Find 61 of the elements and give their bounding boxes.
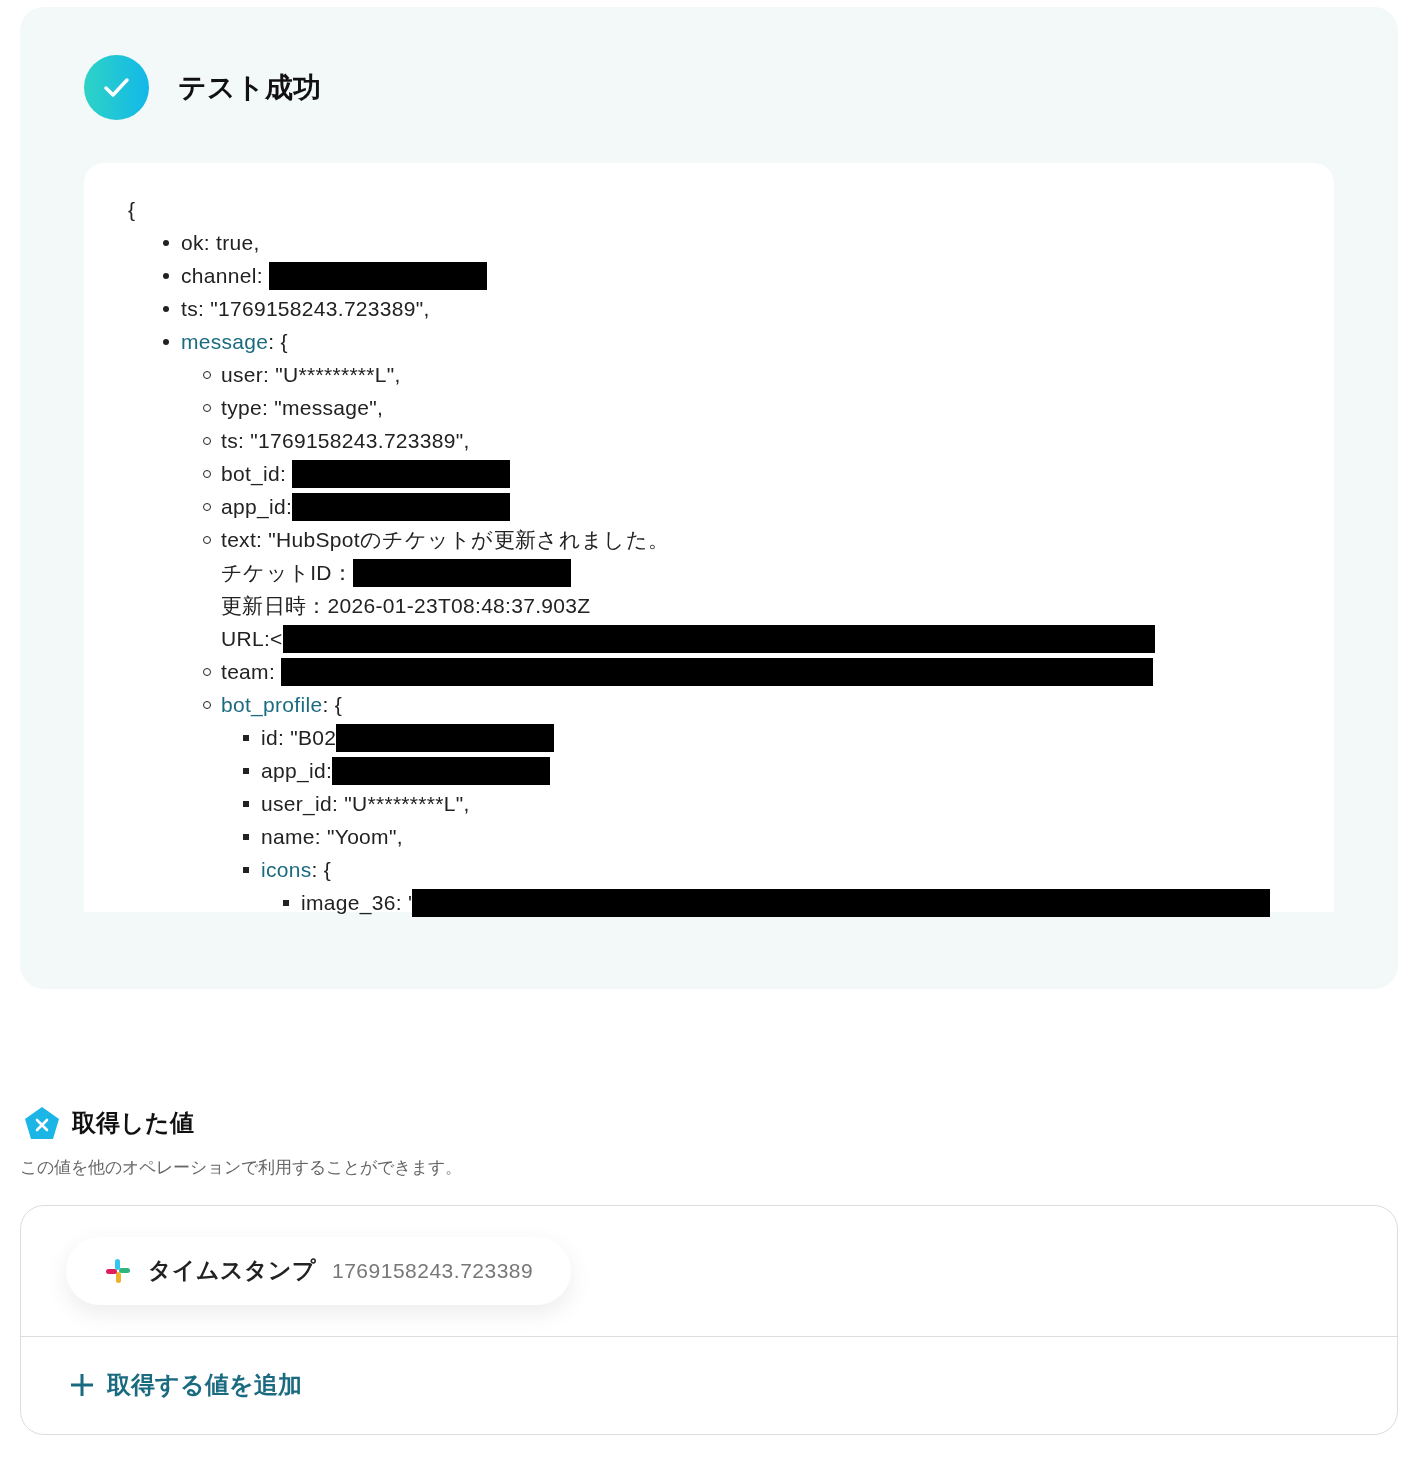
variable-icon <box>24 1106 60 1140</box>
section-title: 取得した値 <box>72 1108 194 1138</box>
field-key[interactable]: icons <box>261 853 312 886</box>
section-description: この値を他のオペレーションで利用することができます。 <box>20 1157 463 1179</box>
field-value: : "Yoom", <box>314 823 403 850</box>
field-value: : <box>325 757 332 784</box>
bullet-icon <box>163 239 169 246</box>
field-key: name <box>261 820 315 853</box>
field-value: : "message", <box>261 394 384 421</box>
bullet-icon <box>243 866 249 873</box>
field-key: channel <box>181 259 257 292</box>
field-value: : <box>256 262 264 289</box>
field-value: : <box>285 493 292 520</box>
field-value: : ' <box>395 889 413 916</box>
field-value: チケットID： <box>221 559 354 586</box>
field-key: app_id <box>221 490 286 523</box>
field-value: : { <box>311 856 332 883</box>
field-value: : "U*********L", <box>332 790 470 817</box>
check-icon <box>84 55 149 120</box>
app-logo-icon <box>104 1256 132 1285</box>
field-key: id <box>261 721 278 754</box>
field-value: : "1769158243.723389", <box>197 295 430 322</box>
field-key: app_id <box>261 754 326 787</box>
field-value: : "U*********L", <box>263 361 401 388</box>
field-key: image_36 <box>301 886 396 919</box>
result-title: テスト成功 <box>178 70 321 105</box>
bullet-icon <box>283 899 289 906</box>
field-value: : <box>268 658 277 685</box>
field-key: text <box>221 523 257 556</box>
field-key: type <box>221 391 262 424</box>
bullet-icon <box>243 767 249 774</box>
field-value: : { <box>268 328 288 355</box>
field-key: ok <box>181 226 204 259</box>
chip-value: 1769158243.723389 <box>332 1257 534 1284</box>
field-value: : true, <box>203 229 260 256</box>
field-key[interactable]: bot_profile <box>221 688 323 721</box>
field-key: ts <box>181 292 198 325</box>
field-key: bot_id <box>221 457 281 490</box>
field-value: URL:< <box>221 625 283 652</box>
field-key[interactable]: message <box>181 325 269 358</box>
plus-icon <box>69 1372 95 1398</box>
bullet-icon <box>163 305 169 312</box>
field-value: : "B02 <box>277 724 337 751</box>
field-key: user_id <box>261 787 332 820</box>
bullet-icon <box>243 734 249 741</box>
bullet-icon <box>243 833 249 840</box>
field-key: ts <box>221 424 238 457</box>
add-value-button[interactable]: 取得する値を追加 <box>69 1367 302 1403</box>
field-value: : { <box>322 691 342 716</box>
value-chip[interactable]: タイムスタンプ 1769158243.723389 <box>66 1236 572 1305</box>
bullet-icon <box>243 800 249 807</box>
chip-label: タイムスタンプ <box>148 1256 316 1286</box>
bullet-icon <box>163 338 169 345</box>
open-brace: { <box>128 196 136 223</box>
field-key: user <box>221 358 264 391</box>
bullet-icon <box>163 272 169 279</box>
field-value: : "1769158243.723389", <box>237 427 470 454</box>
field-value: 更新日時：2026-01-23T08:48:37.903Z <box>221 592 591 619</box>
field-value: : "HubSpotのチケットが更新されました。 <box>256 526 670 553</box>
field-key: team <box>221 655 269 688</box>
field-value: : <box>280 460 288 487</box>
